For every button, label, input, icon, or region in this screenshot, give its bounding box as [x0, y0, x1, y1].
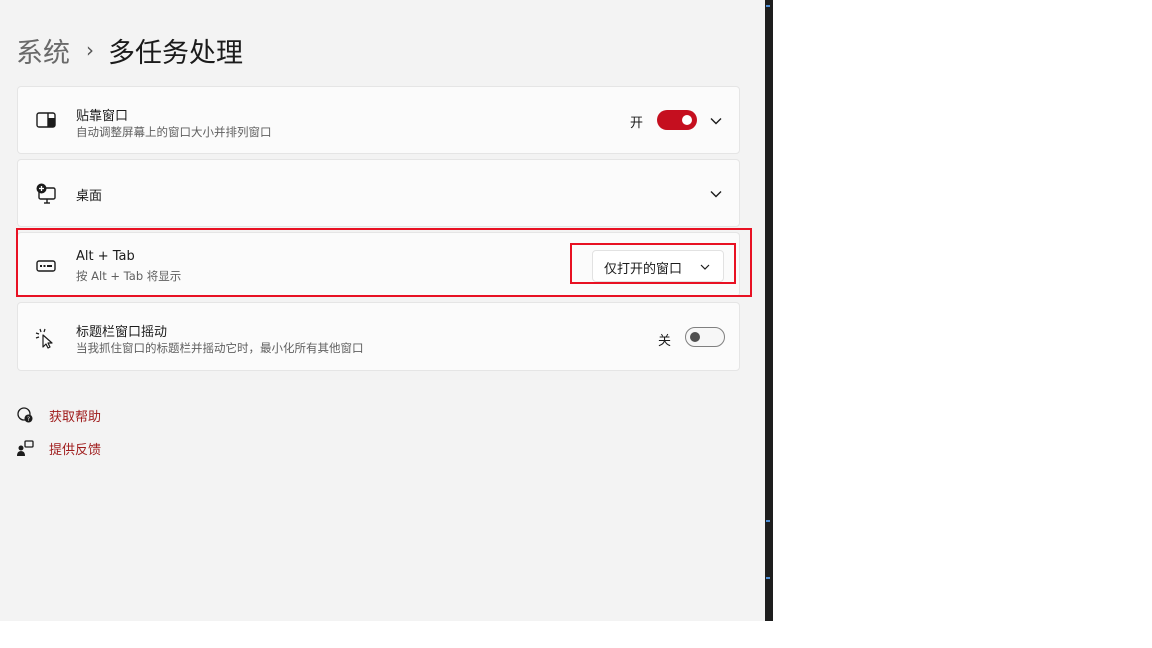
desktop-icon	[36, 183, 56, 204]
chevron-down-icon[interactable]	[709, 187, 723, 201]
give-feedback-label[interactable]: 提供反馈	[49, 439, 101, 458]
title-bar-shake-description: 当我抓住窗口的标题栏并摇动它时，最小化所有其他窗口	[76, 341, 364, 355]
snap-toggle-label: 开	[630, 116, 644, 131]
background-editor-strip	[765, 0, 773, 621]
title-bar-shake-title: 标题栏窗口摇动	[76, 325, 168, 340]
snap-windows-card[interactable]: 贴靠窗口 自动调整屏幕上的窗口大小并排列窗口 开	[17, 86, 740, 154]
help-icon: ?	[17, 407, 33, 423]
alt-tab-title: Alt + Tab	[76, 249, 135, 264]
snap-windows-description: 自动调整屏幕上的窗口大小并排列窗口	[76, 125, 272, 139]
breadcrumb: 系统 › 多任务处理	[16, 28, 243, 72]
give-feedback-link[interactable]: 提供反馈	[16, 438, 101, 458]
alt-tab-dropdown[interactable]: 仅打开的窗口	[592, 250, 724, 282]
chevron-down-icon[interactable]	[709, 114, 723, 128]
editor-text-fragment	[766, 520, 770, 522]
feedback-icon	[17, 440, 34, 456]
alt-tab-description: 按 Alt + Tab 将显示	[76, 269, 182, 283]
alt-tab-dropdown-value: 仅打开的窗口	[604, 262, 683, 277]
page-title: 多任务处理	[108, 37, 243, 69]
breadcrumb-system-link[interactable]: 系统	[16, 31, 70, 70]
shake-cursor-icon	[35, 328, 53, 349]
snap-window-icon	[36, 112, 56, 128]
snap-windows-title: 贴靠窗口	[76, 109, 129, 124]
snap-windows-toggle[interactable]	[657, 110, 697, 130]
editor-text-fragment	[766, 5, 770, 7]
alt-tab-icon	[36, 260, 56, 272]
breadcrumb-separator: ›	[86, 38, 94, 62]
get-help-link[interactable]: ? 获取帮助	[16, 405, 101, 425]
title-bar-shake-toggle[interactable]	[685, 327, 725, 347]
desktops-card[interactable]: 桌面	[17, 159, 740, 227]
title-bar-shake-card: 标题栏窗口摇动 当我抓住窗口的标题栏并摇动它时，最小化所有其他窗口 关	[17, 302, 740, 371]
settings-window: 系统 › 多任务处理 贴靠窗口 自动调整屏幕上的窗口大小并排列窗口 开 桌面 A…	[0, 0, 765, 621]
svg-text:?: ?	[27, 416, 30, 423]
alt-tab-card: Alt + Tab 按 Alt + Tab 将显示 仅打开的窗口	[17, 232, 740, 297]
chevron-down-icon	[700, 264, 710, 270]
get-help-label[interactable]: 获取帮助	[49, 406, 101, 425]
shake-toggle-label: 关	[658, 334, 672, 349]
editor-text-fragment	[766, 577, 770, 579]
desktops-title: 桌面	[76, 189, 103, 204]
